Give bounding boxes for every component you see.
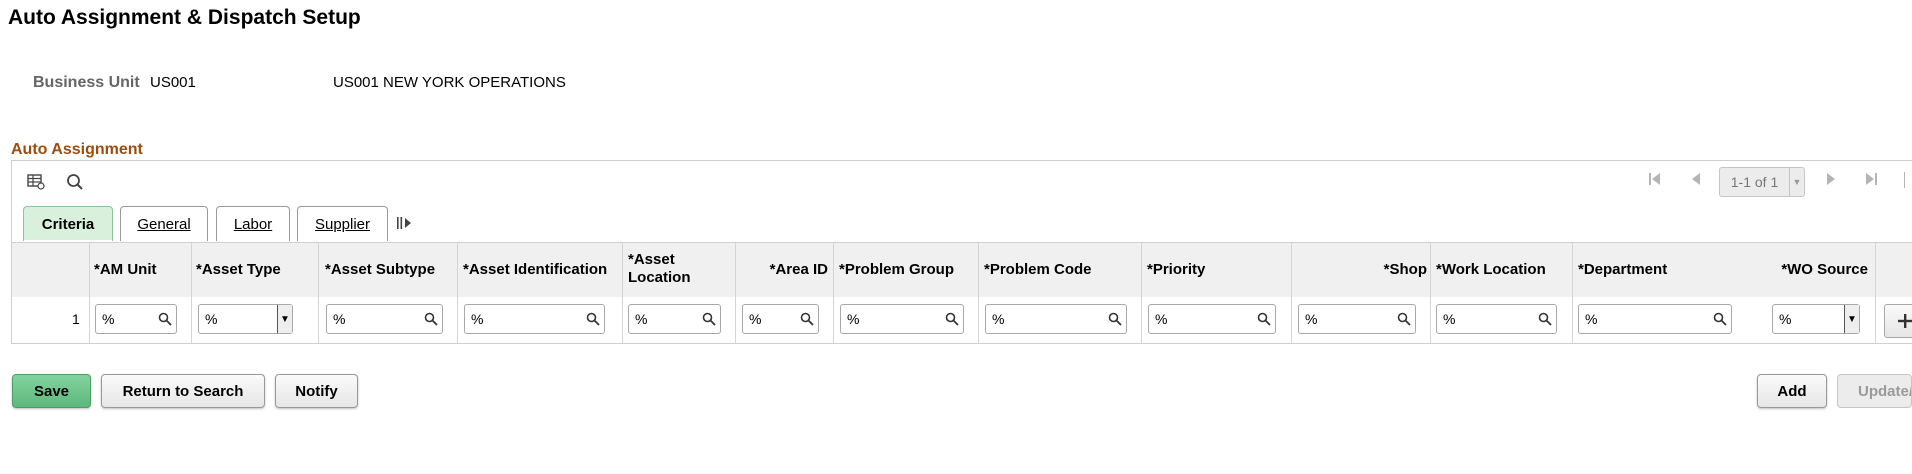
tab-labor[interactable]: Labor [216, 206, 290, 241]
asset-identification-input[interactable]: % [464, 304, 605, 334]
work-location-value: % [1443, 311, 1456, 327]
add-row-button[interactable] [1884, 304, 1912, 338]
problem-code-input[interactable]: % [985, 304, 1127, 334]
tab-labor-label: Labor [233, 215, 273, 233]
previous-page-icon[interactable] [1690, 171, 1702, 192]
asset-subtype-value: % [333, 311, 346, 327]
problem-code-value: % [992, 311, 1005, 327]
pager-dropdown[interactable]: 1-1 of 1 ▼ [1719, 167, 1805, 197]
column-header-am-unit[interactable]: *AM Unit [94, 261, 157, 279]
asset-location-input[interactable]: % [628, 304, 721, 334]
magnifier-icon[interactable] [1253, 305, 1275, 333]
search-icon[interactable] [64, 171, 86, 193]
tab-supplier[interactable]: Supplier [297, 206, 388, 241]
area-id-value: % [749, 311, 762, 327]
asset-type-select[interactable]: % ▼ [198, 304, 293, 334]
tab-criteria[interactable]: Criteria [23, 206, 113, 241]
magnifier-icon[interactable] [1709, 305, 1731, 333]
column-header-asset-subtype[interactable]: *Asset Subtype [325, 261, 435, 279]
business-unit-value: US001 [150, 74, 196, 91]
wo-source-select[interactable]: % ▼ [1772, 304, 1860, 334]
row-number: 1 [72, 311, 80, 327]
magnifier-icon[interactable] [941, 305, 963, 333]
save-button[interactable]: Save [12, 374, 91, 408]
chevron-down-icon: ▼ [277, 305, 292, 333]
column-header-wo-source[interactable]: *WO Source [1712, 261, 1868, 279]
tab-supplier-label: Supplier [314, 215, 371, 233]
column-header-shop[interactable]: *Shop [1297, 261, 1427, 279]
problem-group-input[interactable]: % [840, 304, 964, 334]
column-header-asset-identification[interactable]: *Asset Identification [463, 261, 607, 279]
magnifier-icon[interactable] [698, 305, 720, 333]
department-value: % [1585, 311, 1598, 327]
last-page-icon[interactable] [1864, 171, 1878, 192]
magnifier-icon[interactable] [796, 305, 818, 333]
priority-value: % [1155, 311, 1168, 327]
asset-identification-value: % [471, 311, 484, 327]
return-to-search-button[interactable]: Return to Search [101, 374, 265, 408]
add-button[interactable]: Add [1757, 374, 1827, 408]
notify-button[interactable]: Notify [275, 374, 358, 408]
toolbar-divider [1904, 172, 1905, 188]
plus-icon [1898, 314, 1912, 328]
first-page-icon[interactable] [1648, 171, 1662, 192]
problem-group-value: % [847, 311, 860, 327]
am-unit-input[interactable]: % [95, 304, 177, 334]
table-settings-icon[interactable] [25, 171, 47, 193]
am-unit-value: % [102, 311, 115, 327]
business-unit-description: US001 NEW YORK OPERATIONS [333, 74, 566, 91]
column-header-work-location[interactable]: *Work Location [1436, 261, 1546, 279]
column-header-area-id[interactable]: *Area ID [740, 261, 828, 279]
column-header-problem-group[interactable]: *Problem Group [839, 261, 954, 279]
shop-input[interactable]: % [1298, 304, 1416, 334]
department-input[interactable]: % [1578, 304, 1732, 334]
wo-source-value: % [1779, 311, 1792, 327]
column-header-asset-location[interactable]: *Asset Location [628, 251, 698, 287]
magnifier-icon[interactable] [1534, 305, 1556, 333]
tab-general[interactable]: General [120, 206, 208, 241]
pager-text: 1-1 of 1 [1730, 174, 1779, 190]
tab-general-label: General [137, 215, 191, 233]
asset-subtype-input[interactable]: % [326, 304, 443, 334]
chevron-down-icon: ▼ [1844, 305, 1859, 333]
asset-location-value: % [635, 311, 648, 327]
grid-header-row: *AM Unit *Asset Type *Asset Subtype *Ass… [12, 242, 1912, 298]
column-header-department[interactable]: *Department [1578, 261, 1667, 279]
priority-input[interactable]: % [1148, 304, 1276, 334]
column-header-priority[interactable]: *Priority [1147, 261, 1205, 279]
section-title: Auto Assignment [11, 141, 143, 158]
business-unit-label: Business Unit [33, 74, 140, 91]
update-display-button[interactable]: Update/ [1837, 374, 1912, 408]
magnifier-icon[interactable] [154, 305, 176, 333]
work-location-input[interactable]: % [1436, 304, 1557, 334]
magnifier-icon[interactable] [582, 305, 604, 333]
magnifier-icon[interactable] [1104, 305, 1126, 333]
column-header-asset-type[interactable]: *Asset Type [196, 261, 281, 279]
shop-value: % [1305, 311, 1318, 327]
page-title: Auto Assignment & Dispatch Setup [8, 6, 361, 29]
magnifier-icon[interactable] [1393, 305, 1415, 333]
magnifier-icon[interactable] [420, 305, 442, 333]
chevron-down-icon: ▼ [1789, 168, 1804, 196]
area-id-input[interactable]: % [742, 304, 819, 334]
asset-type-value: % [205, 311, 218, 327]
tab-criteria-label: Criteria [41, 215, 95, 233]
next-page-icon[interactable] [1825, 171, 1837, 192]
column-expand-icon[interactable] [396, 215, 412, 236]
column-header-problem-code[interactable]: *Problem Code [984, 261, 1092, 279]
